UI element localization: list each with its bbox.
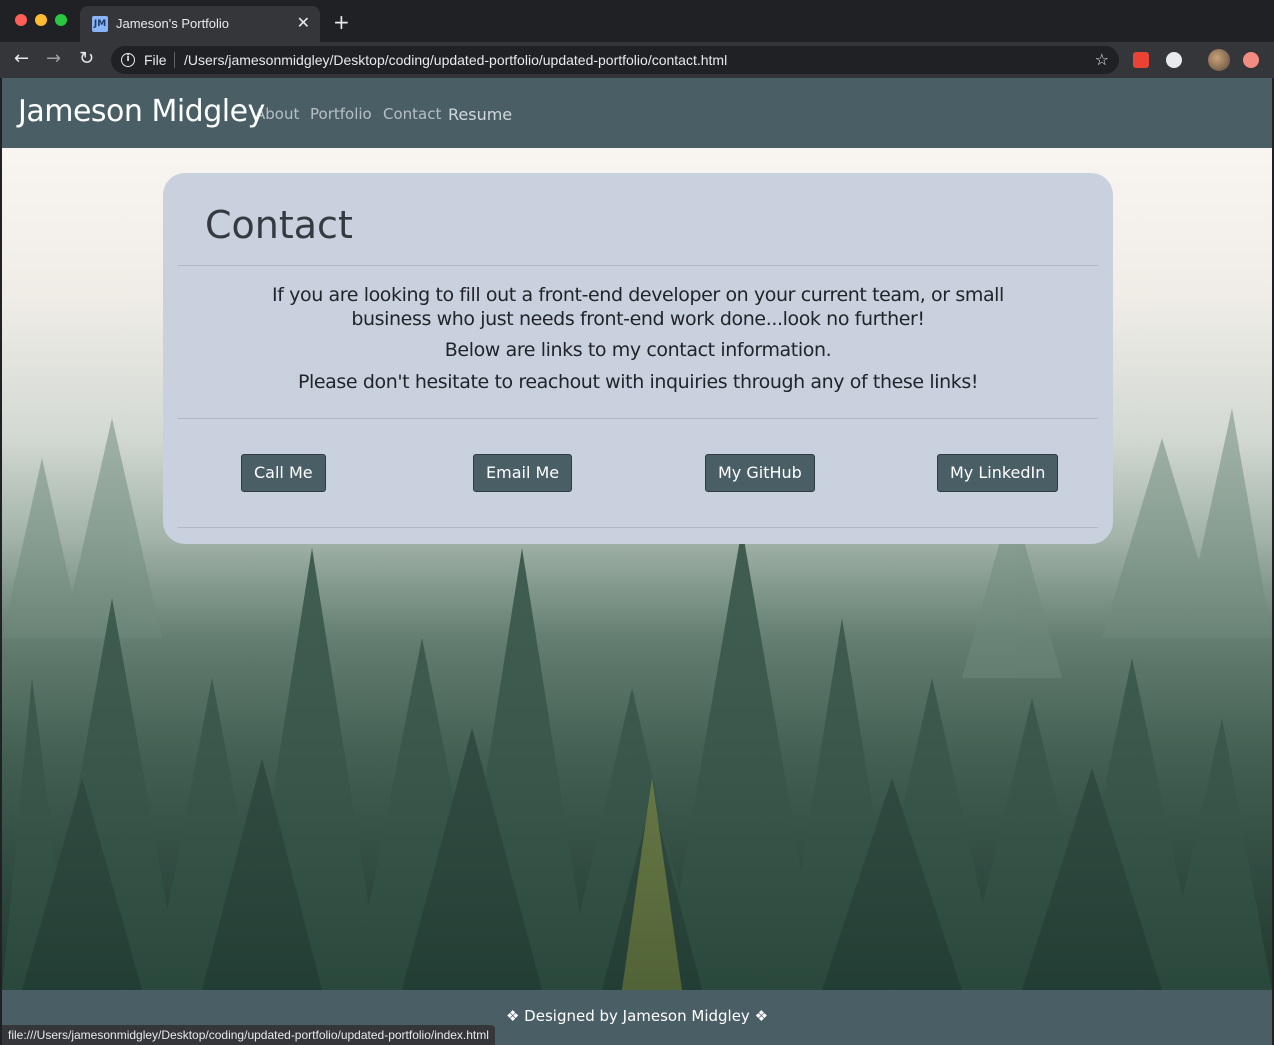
profile-avatar-icon[interactable] <box>1208 49 1230 71</box>
nav-link-contact[interactable]: Contact <box>383 105 441 123</box>
bookmark-star-icon[interactable]: ☆ <box>1095 50 1109 69</box>
intro-paragraph: If you are looking to fill out a front-e… <box>163 283 1113 331</box>
scheme-label: File <box>144 52 167 68</box>
nav-link-resume[interactable]: Resume <box>448 105 512 124</box>
site-navbar: Jameson Midgley About Portfolio Contact … <box>2 78 1272 148</box>
tab-title: Jameson's Portfolio <box>116 16 230 31</box>
links-paragraph: Below are links to my contact informatio… <box>444 339 832 361</box>
update-icon[interactable] <box>1243 52 1259 68</box>
divider <box>178 265 1098 266</box>
new-tab-icon[interactable]: + <box>333 10 350 34</box>
divider <box>178 527 1098 528</box>
divider <box>178 418 1098 419</box>
url-text[interactable]: /Users/jamesonmidgley/Desktop/coding/upd… <box>184 52 727 68</box>
maximize-window-icon[interactable] <box>55 14 67 26</box>
github-button[interactable]: My GitHub <box>705 454 815 492</box>
site-info-icon[interactable]: i <box>121 53 135 67</box>
close-tab-icon[interactable]: ✕ <box>297 13 310 32</box>
footer-text: ❖ Designed by Jameson Midgley ❖ <box>505 1007 769 1025</box>
contact-card: Contact If you are looking to fill out a… <box>163 173 1113 544</box>
browser-tab-bar: JM Jameson's Portfolio ✕ + <box>0 0 1274 42</box>
address-bar[interactable]: i File /Users/jamesonmidgley/Desktop/cod… <box>111 46 1119 74</box>
minimize-window-icon[interactable] <box>35 14 47 26</box>
email-me-button[interactable]: Email Me <box>473 454 573 492</box>
browser-toolbar: ← → ↻ i File /Users/jamesonmidgley/Deskt… <box>0 42 1274 78</box>
page-title: Contact <box>205 203 353 247</box>
close-window-icon[interactable] <box>15 14 27 26</box>
brand-link[interactable]: Jameson Midgley <box>18 94 265 129</box>
linkedin-button[interactable]: My LinkedIn <box>937 454 1059 492</box>
reachout-paragraph: Please don't hesitate to reachout with i… <box>297 371 979 393</box>
page-viewport: Jameson Midgley About Portfolio Contact … <box>2 78 1272 1045</box>
browser-tab[interactable]: JM Jameson's Portfolio ✕ <box>80 6 320 42</box>
intro-line-1: If you are looking to fill out a front-e… <box>272 284 1004 306</box>
intro-line-2: business who just needs front-end work d… <box>351 308 925 330</box>
nav-link-about[interactable]: About <box>255 105 299 123</box>
forward-icon[interactable]: → <box>46 48 61 69</box>
favicon-icon: JM <box>92 16 108 32</box>
reload-icon[interactable]: ↻ <box>79 48 94 69</box>
status-bar-url: file:///Users/jamesonmidgley/Desktop/cod… <box>2 1025 495 1045</box>
extension-circle-icon[interactable] <box>1166 52 1182 68</box>
back-icon[interactable]: ← <box>14 48 29 69</box>
nav-link-portfolio[interactable]: Portfolio <box>310 105 372 123</box>
address-separator <box>174 52 175 68</box>
extension-record-icon[interactable] <box>1133 52 1149 68</box>
call-me-button[interactable]: Call Me <box>241 454 326 492</box>
